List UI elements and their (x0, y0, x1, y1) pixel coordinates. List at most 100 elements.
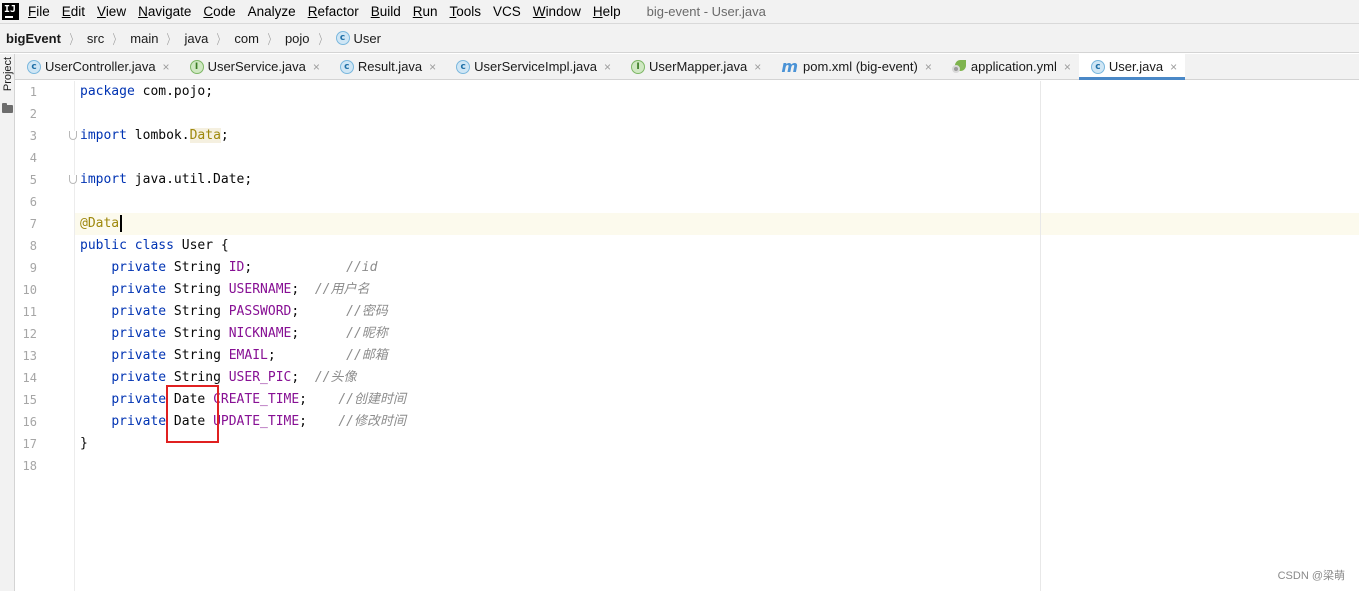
close-icon[interactable]: × (163, 60, 170, 74)
tab-label: UserServiceImpl.java (474, 59, 597, 74)
breadcrumb-pojo[interactable]: pojo (285, 31, 310, 46)
menu-window[interactable]: Window (533, 4, 581, 19)
line-number: 14 (22, 371, 37, 385)
editor-tab-bar: c UserController.java × I UserService.ja… (15, 54, 1359, 80)
code-editor[interactable]: 1 2 3 4 5 6 7 8 9 10 11 12 13 14 15 16 1… (15, 81, 1359, 591)
menu-tools[interactable]: Tools (450, 4, 482, 19)
right-margin-guide (1040, 81, 1041, 591)
breadcrumb-main[interactable]: main (130, 31, 158, 46)
line-number: 11 (22, 305, 37, 319)
menu-analyze[interactable]: Analyze (248, 4, 296, 19)
code-line-8[interactable]: public class User { (80, 235, 229, 257)
java-class-icon: c (27, 59, 41, 74)
chevron-right-icon: 〉 (112, 31, 121, 47)
code-line-17[interactable]: } (80, 433, 88, 455)
tab-label: pom.xml (big-event) (802, 59, 918, 74)
java-interface-icon: I (189, 59, 204, 74)
code-line-12[interactable]: private String NICKNAME; //昵称 (80, 323, 388, 345)
tab-application-yml[interactable]: application.yml × (940, 54, 1079, 79)
menu-run[interactable]: Run (413, 4, 438, 19)
menu-refactor[interactable]: Refactor (308, 4, 359, 19)
line-number: 5 (29, 173, 37, 187)
project-tool-strip: Project (0, 54, 15, 591)
tab-user-active[interactable]: c User.java × (1078, 54, 1186, 80)
chevron-right-icon: 〉 (318, 31, 326, 47)
tab-label: application.yml (970, 59, 1057, 74)
menu-view[interactable]: View (97, 4, 126, 19)
tab-label: Result.java (357, 59, 423, 74)
spring-yml-icon (951, 60, 967, 73)
code-line-13[interactable]: private String EMAIL; //邮箱 (80, 345, 388, 367)
line-number: 18 (22, 459, 37, 473)
line-number: 15 (22, 393, 37, 407)
tab-label: UserController.java (45, 59, 156, 74)
code-line-5[interactable]: import java.util.Date; (80, 169, 252, 191)
line-number: 1 (29, 85, 37, 99)
line-number: 2 (29, 107, 37, 121)
code-line-16[interactable]: private Date UPDATE_TIME; //修改时间 (80, 411, 406, 433)
tab-label: User.java (1108, 59, 1164, 74)
line-number: 17 (22, 437, 37, 451)
chevron-right-icon: 〉 (216, 31, 225, 47)
java-class-icon: c (335, 31, 350, 45)
code-line-7[interactable]: @Data (80, 213, 123, 235)
red-highlight-box (166, 385, 219, 443)
line-number: 3 (29, 129, 37, 143)
close-icon[interactable]: × (604, 60, 611, 74)
line-number: 8 (29, 239, 37, 253)
project-tool-button[interactable]: Project (2, 54, 14, 94)
caret-row-highlight (15, 213, 1359, 235)
tab-pom[interactable]: m pom.xml (big-event) × (769, 54, 940, 79)
code-line-3[interactable]: import lombok.Data; (80, 125, 229, 147)
breadcrumb-project[interactable]: bigEvent (6, 31, 61, 46)
watermark: CSDN @梁萌 (1277, 570, 1345, 582)
breadcrumb-java[interactable]: java (184, 31, 208, 46)
line-number: 4 (29, 151, 37, 165)
tab-usercontroller[interactable]: c UserController.java × (15, 54, 178, 79)
fold-marker-icon[interactable] (69, 131, 77, 140)
menu-vcs[interactable]: VCS (493, 4, 521, 19)
chevron-right-icon: 〉 (69, 31, 78, 47)
menu-navigate[interactable]: Navigate (138, 4, 191, 19)
tab-usermapper[interactable]: I UserMapper.java × (619, 54, 769, 79)
tab-result[interactable]: c Result.java × (328, 54, 444, 79)
java-class-icon: c (339, 59, 354, 74)
window-title: big-event - User.java (646, 4, 766, 19)
breadcrumb-com[interactable]: com (234, 31, 259, 46)
breadcrumb-src[interactable]: src (87, 31, 104, 46)
line-number: 12 (22, 327, 37, 341)
close-icon[interactable]: × (754, 60, 761, 74)
line-number: 6 (29, 195, 37, 209)
close-icon[interactable]: × (1170, 60, 1177, 74)
breadcrumb-current-label: User (353, 30, 381, 46)
maven-icon: m (781, 56, 798, 76)
line-number-gutter[interactable]: 1 2 3 4 5 6 7 8 9 10 11 12 13 14 15 16 1… (15, 81, 77, 591)
breadcrumb: bigEvent 〉 src 〉 main 〉 java 〉 com 〉 poj… (0, 23, 1359, 53)
menu-file[interactable]: File (28, 4, 50, 19)
code-line-10[interactable]: private String USERNAME; //用户名 (80, 279, 369, 301)
menu-build[interactable]: Build (371, 4, 401, 19)
close-icon[interactable]: × (925, 60, 932, 74)
intellij-logo-icon[interactable]: IJ (2, 3, 19, 20)
menu-bar: IJ File Edit View Navigate Code Analyze … (0, 0, 1359, 23)
close-icon[interactable]: × (429, 60, 436, 74)
close-icon[interactable]: × (313, 60, 320, 74)
close-icon[interactable]: × (1064, 60, 1071, 74)
tab-label: UserMapper.java (649, 59, 748, 74)
code-line-9[interactable]: private String ID; //id (80, 257, 377, 279)
code-line-1[interactable]: package com.pojo; (80, 81, 213, 103)
tab-userservice[interactable]: I UserService.java × (178, 54, 328, 79)
menu-help[interactable]: Help (593, 4, 621, 19)
code-line-15[interactable]: private Date CREATE_TIME; //创建时间 (80, 389, 406, 411)
breadcrumb-current[interactable]: c User (335, 30, 381, 46)
line-number: 10 (22, 283, 37, 297)
fold-marker-icon[interactable] (69, 175, 77, 184)
menu-edit[interactable]: Edit (62, 4, 85, 19)
code-line-11[interactable]: private String PASSWORD; //密码 (80, 301, 388, 323)
tab-userserviceimpl[interactable]: c UserServiceImpl.java × (444, 54, 619, 79)
menu-code[interactable]: Code (203, 4, 235, 19)
java-class-icon: c (1090, 59, 1105, 74)
folder-icon[interactable] (2, 103, 13, 113)
line-number: 7 (29, 217, 37, 231)
line-number: 9 (29, 261, 37, 275)
